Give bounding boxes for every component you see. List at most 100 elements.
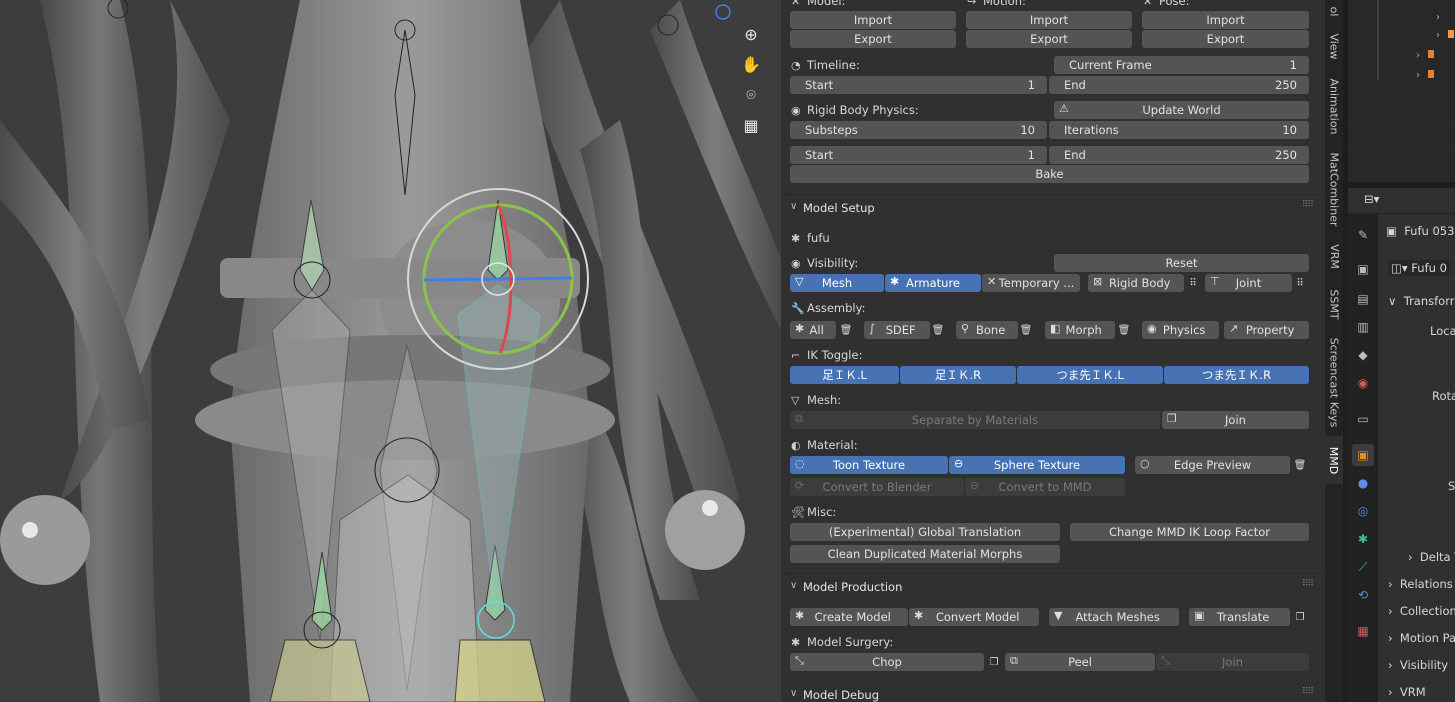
timeline-end-field[interactable]: End 250: [1049, 76, 1309, 94]
current-frame-field[interactable]: Current Frame 1: [1054, 56, 1309, 74]
mesh-visibility-toggle[interactable]: ▽ Mesh: [790, 274, 884, 292]
update-world-button[interactable]: ⚠ Update World: [1054, 101, 1309, 119]
assembly-bone-button[interactable]: ⚲ Bone: [956, 321, 1018, 339]
pose-export-button[interactable]: Export: [1142, 30, 1309, 48]
properties-header[interactable]: ⊟▾: [1348, 188, 1455, 214]
output-icon[interactable]: ▤: [1352, 288, 1374, 310]
joint-visibility-toggle[interactable]: ⊤ Joint: [1205, 274, 1292, 292]
rigid-end-field[interactable]: End 250: [1049, 146, 1309, 164]
convert-model-button[interactable]: ✱ Convert Model: [909, 608, 1039, 626]
physics-icon[interactable]: ◎: [1352, 500, 1374, 522]
morph-trash-icon[interactable]: 🗑: [1116, 321, 1132, 339]
sdef-trash-icon[interactable]: 🗑: [930, 321, 946, 339]
outliner[interactable]: › › › ›: [1348, 0, 1455, 182]
delta-transform-section[interactable]: › Delta T: [1408, 550, 1455, 564]
collection-icon[interactable]: ▭: [1352, 408, 1374, 430]
joint-options-icon[interactable]: ⠿: [1292, 274, 1308, 292]
ik-toggle-toe-l[interactable]: つま先ＩＫ.L: [1017, 366, 1163, 384]
model-debug-header[interactable]: ∨ Model Debug ⠿⠿: [781, 685, 1325, 702]
drag-grip-icon[interactable]: ⠿⠿: [1302, 687, 1314, 697]
transform-section[interactable]: ∨ Transforr: [1388, 294, 1454, 308]
drag-grip-icon[interactable]: ⠿⠿: [1302, 579, 1314, 589]
perspective-grid-icon[interactable]: ▦: [738, 112, 764, 138]
convert-to-blender-button[interactable]: ⟳ Convert to Blender: [790, 478, 964, 496]
ik-toggle-leg-r[interactable]: 足ＩＫ.R: [900, 366, 1016, 384]
scene-icon[interactable]: ◆: [1352, 344, 1374, 366]
motion-export-button[interactable]: Export: [966, 30, 1132, 48]
model-setup-header[interactable]: ∨ Model Setup ⠿⠿: [781, 198, 1325, 220]
object-selector[interactable]: ◫▾ Fufu 0: [1388, 260, 1450, 276]
ik-toggle-toe-r[interactable]: つま先ＩＫ.R: [1164, 366, 1309, 384]
clean-material-morphs-button[interactable]: Clean Duplicated Material Morphs: [790, 545, 1060, 563]
object-icon[interactable]: ▣: [1352, 444, 1374, 466]
vrm-section[interactable]: › VRM: [1388, 685, 1426, 699]
assembly-physics-button[interactable]: ◉ Physics: [1142, 321, 1219, 339]
model-export-button[interactable]: Export: [790, 30, 956, 48]
assembly-sdef-button[interactable]: ∫ SDEF: [864, 321, 930, 339]
3d-viewport[interactable]: ⊕ ✋ ⌾ ▦: [0, 0, 781, 702]
editor-type-icon[interactable]: ⊟▾: [1364, 192, 1379, 206]
drag-grip-icon[interactable]: ⠿⠿: [1302, 200, 1314, 210]
world-icon[interactable]: ◉: [1352, 372, 1374, 394]
surgery-join-button[interactable]: ⤡ Join: [1156, 653, 1309, 671]
translate-button[interactable]: ▣ Translate: [1189, 608, 1290, 626]
relations-section[interactable]: › Relations: [1388, 577, 1453, 591]
modifier-icon[interactable]: ●: [1352, 472, 1374, 494]
toon-texture-toggle[interactable]: ◌ Toon Texture: [790, 456, 948, 474]
assembly-property-button[interactable]: ↗ Property: [1224, 321, 1309, 339]
timeline-start-field[interactable]: Start 1: [790, 76, 1047, 94]
pan-hand-icon[interactable]: ✋: [738, 51, 764, 77]
assembly-all-button[interactable]: ✱ All: [790, 321, 836, 339]
convert-to-mmd-button[interactable]: ⊖ Convert to MMD: [965, 478, 1125, 496]
edge-preview-button[interactable]: ○ Edge Preview: [1135, 456, 1290, 474]
armature-visibility-toggle[interactable]: ✱ Armature: [885, 274, 981, 292]
chop-options-icon[interactable]: ❐: [986, 653, 1002, 671]
visibility-section[interactable]: › Visibility: [1388, 658, 1448, 672]
model-import-button[interactable]: Import: [790, 11, 956, 29]
attach-meshes-button[interactable]: ▼ Attach Meshes: [1049, 608, 1179, 626]
substeps-field[interactable]: Substeps 10: [790, 121, 1047, 139]
tool-icon[interactable]: ✎: [1352, 224, 1374, 246]
pose-import-button[interactable]: Import: [1142, 11, 1309, 29]
rigid-start-field[interactable]: Start 1: [790, 146, 1047, 164]
object-data-icon[interactable]: ✱: [1352, 528, 1374, 550]
tab-view[interactable]: View: [1325, 26, 1343, 66]
zoom-icon[interactable]: ⊕: [738, 21, 764, 47]
sphere-texture-toggle[interactable]: ⊖ Sphere Texture: [949, 456, 1125, 474]
edge-preview-trash-icon[interactable]: 🗑: [1292, 456, 1308, 474]
peel-button[interactable]: ⧉ Peel: [1005, 653, 1155, 671]
collections-section[interactable]: › Collection: [1388, 604, 1455, 618]
global-translation-button[interactable]: (Experimental) Global Translation: [790, 523, 1060, 541]
texture-icon[interactable]: ▦: [1352, 620, 1374, 642]
assembly-morph-button[interactable]: ◧ Morph: [1045, 321, 1115, 339]
change-ik-loop-button[interactable]: Change MMD IK Loop Factor: [1070, 523, 1309, 541]
rigid-body-options-icon[interactable]: ⠿: [1185, 274, 1201, 292]
tab-vrm[interactable]: VRM: [1325, 236, 1343, 276]
tab-animation[interactable]: Animation: [1325, 70, 1343, 142]
mesh-join-button[interactable]: ❐ Join: [1162, 411, 1309, 429]
rigid-body-visibility-toggle[interactable]: ⊠ Rigid Body: [1088, 274, 1184, 292]
all-trash-icon[interactable]: 🗑: [838, 321, 854, 339]
chop-button[interactable]: ⤡ Chop: [790, 653, 984, 671]
bone-trash-icon[interactable]: 🗑: [1018, 321, 1034, 339]
model-production-header[interactable]: ∨ Model Production ⠿⠿: [781, 577, 1325, 599]
ik-toggle-leg-l[interactable]: 足ＩＫ.L: [790, 366, 899, 384]
view-layer-icon[interactable]: ▥: [1352, 316, 1374, 338]
separate-by-materials-button[interactable]: ⧉ Separate by Materials: [790, 411, 1160, 429]
motion-paths-section[interactable]: › Motion Pa: [1388, 631, 1455, 645]
object-name-row[interactable]: ▣ Fufu 053: [1386, 224, 1454, 238]
constraint-icon[interactable]: ⟲: [1352, 584, 1374, 606]
visibility-reset-button[interactable]: Reset: [1054, 254, 1309, 272]
motion-import-button[interactable]: Import: [966, 11, 1132, 29]
tab-ssmt[interactable]: SSMT: [1325, 280, 1343, 328]
bone-icon[interactable]: ⟋: [1352, 556, 1374, 578]
tab-matcombiner[interactable]: MatCombiner: [1325, 146, 1343, 232]
iterations-field[interactable]: Iterations 10: [1049, 121, 1309, 139]
camera-icon[interactable]: ⌾: [738, 82, 764, 108]
viewport-scene[interactable]: [0, 0, 781, 702]
bake-button[interactable]: Bake: [790, 165, 1309, 183]
temporary-visibility-toggle[interactable]: ✕ Temporary ...: [982, 274, 1080, 292]
create-model-button[interactable]: ✱ Create Model: [790, 608, 908, 626]
tab-mmd[interactable]: MMD: [1325, 436, 1343, 484]
translate-panel-icon[interactable]: ❐: [1292, 608, 1308, 626]
